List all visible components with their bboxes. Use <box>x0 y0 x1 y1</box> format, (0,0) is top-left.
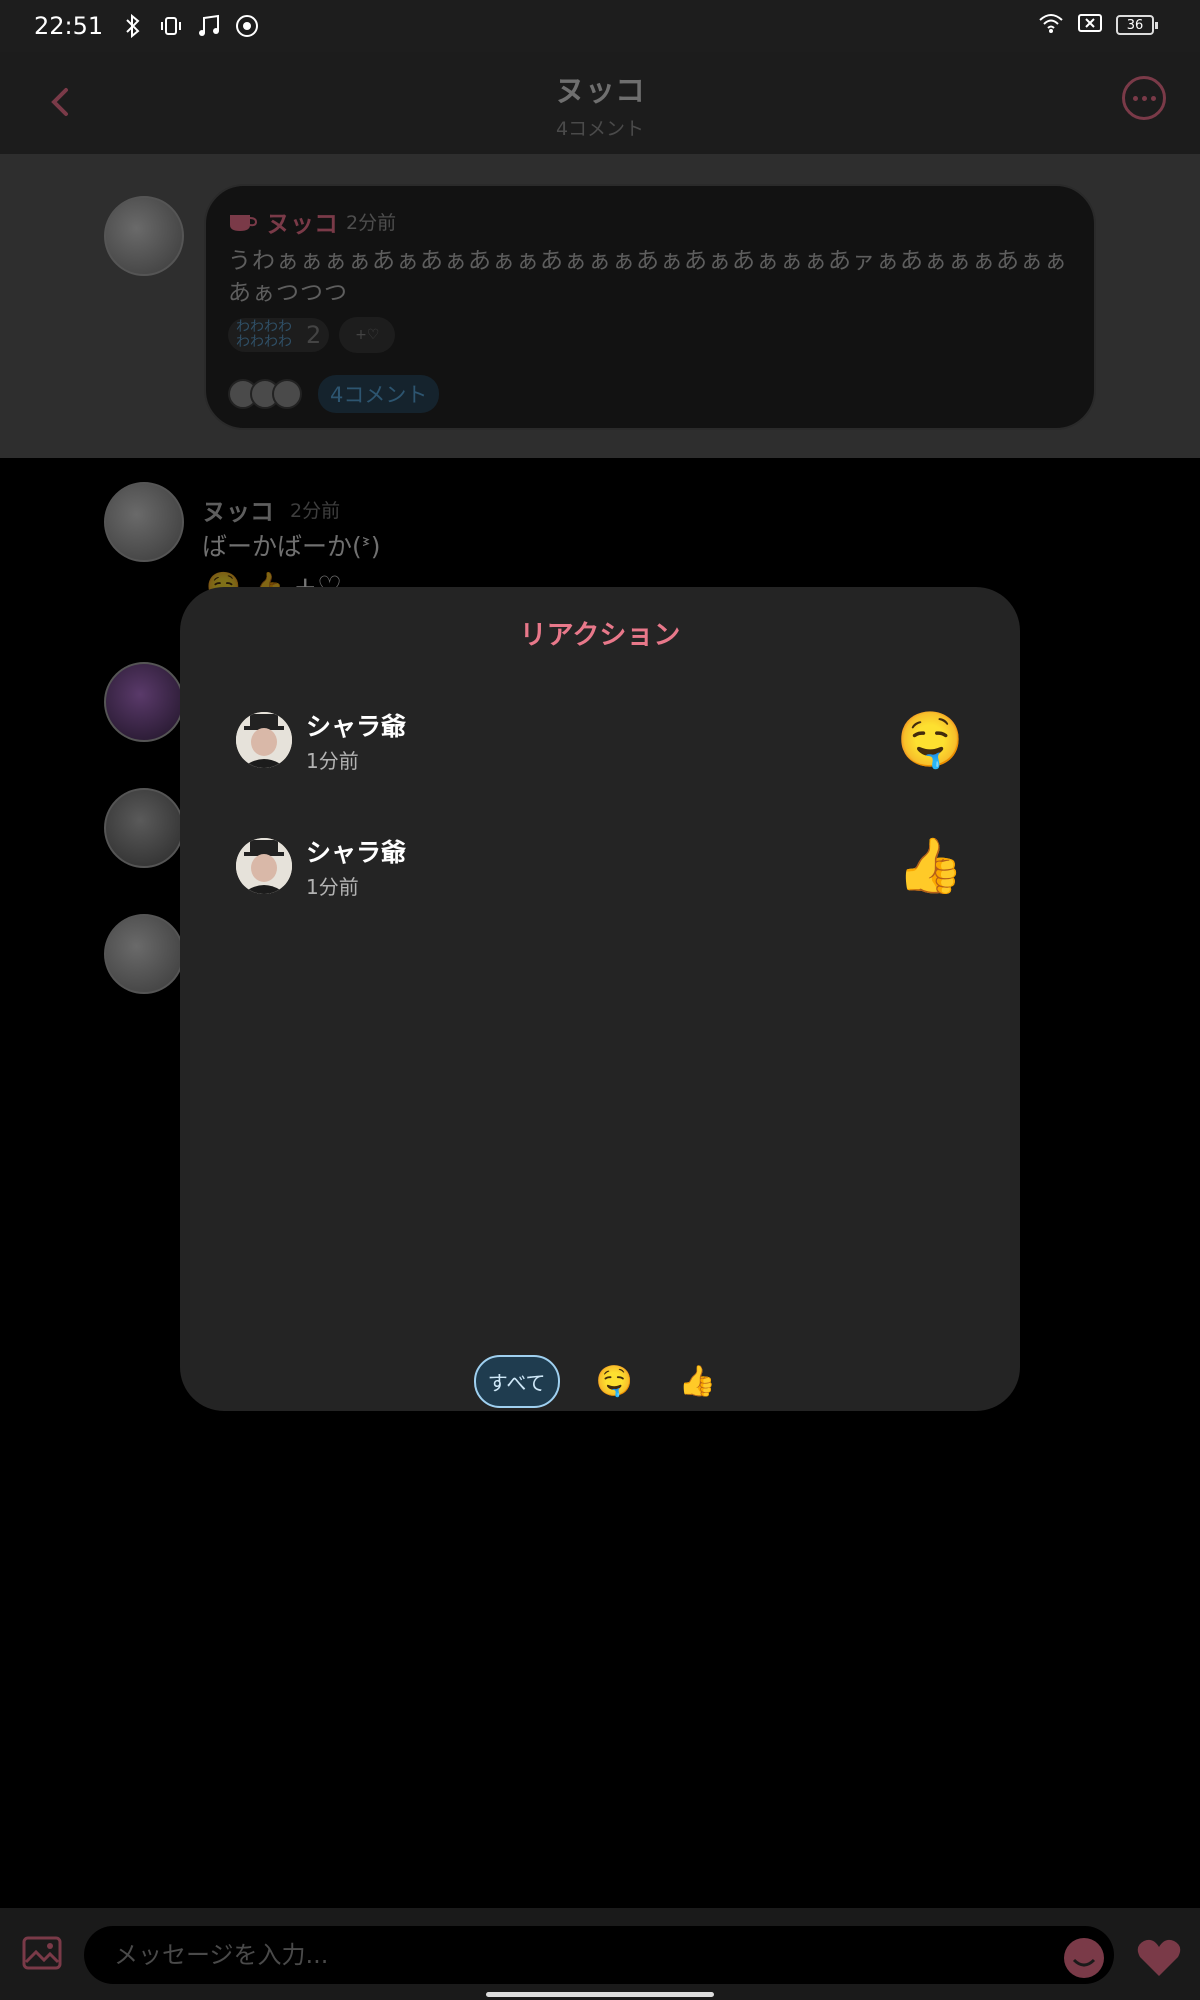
bluetooth-icon <box>119 12 147 40</box>
post-time: 2分前 <box>346 212 397 234</box>
chat-header: ヌッコ 4コメント <box>0 52 1200 154</box>
emoji-picker-icon[interactable] <box>1064 1938 1104 1978</box>
battery-icon: 36 <box>1116 15 1158 35</box>
post-card: ヌッコ 2分前 うわぁぁぁぁあぁあぁあぁぁあぁぁぁあぁあぁあぁぁぁあァぁあぁぁぁ… <box>204 184 1096 430</box>
status-bar: 22:51 36 <box>0 0 1200 52</box>
post-body: うわぁぁぁぁあぁあぁあぁぁあぁぁぁあぁあぁあぁぁぁあァぁあぁぁぁあぁぁあぁつつつ <box>228 248 1068 306</box>
reaction-chip-label: わわわわわわわわ <box>236 319 292 350</box>
reaction-time: 1分前 <box>306 874 359 899</box>
comment-avatar[interactable] <box>104 662 184 742</box>
message-input-bar <box>0 1908 1200 2000</box>
image-icon[interactable] <box>22 1936 62 1970</box>
post-author-name[interactable]: ヌッコ <box>266 204 338 239</box>
comment-avatar[interactable] <box>104 788 184 868</box>
tab-drooling-face[interactable]: 🤤 <box>586 1364 643 1399</box>
back-arrow-icon[interactable] <box>40 82 80 122</box>
commenter-avatars <box>228 379 302 409</box>
reaction-chip[interactable]: わわわわわわわわ 2 <box>228 318 330 352</box>
post-author-avatar[interactable] <box>104 196 184 276</box>
reaction-time: 1分前 <box>306 748 359 773</box>
add-reaction-button[interactable]: +♡ <box>339 317 396 353</box>
music-icon <box>195 12 223 40</box>
status-right: 36 <box>1038 12 1158 38</box>
cup-icon <box>228 211 258 233</box>
dialog-title: リアクション <box>519 620 681 651</box>
original-post-area: ヌッコ 2分前 うわぁぁぁぁあぁあぁあぁぁあぁぁぁあぁあぁあぁぁぁあァぁあぁぁぁ… <box>0 154 1200 458</box>
heart-icon[interactable] <box>1136 1938 1182 1978</box>
comment-count-chip[interactable]: 4コメント <box>318 375 440 413</box>
reaction-row[interactable]: シャラ爺 1分前 🤤 <box>236 705 964 775</box>
status-time: 22:51 <box>34 12 104 40</box>
thumbs-up-emoji: 👍 <box>896 834 964 897</box>
reaction-chip-count: 2 <box>306 321 322 349</box>
comment-avatar[interactable] <box>104 914 184 994</box>
reaction-filter-tabs: すべて 🤤 👍 <box>180 1355 1020 1408</box>
vibrate-icon <box>157 12 185 40</box>
reaction-row[interactable]: シャラ爺 1分前 👍 <box>236 831 964 901</box>
home-indicator[interactable] <box>486 1992 714 1997</box>
user-avatar[interactable] <box>236 712 292 768</box>
tab-thumbs-up[interactable]: 👍 <box>669 1364 726 1399</box>
tab-all[interactable]: すべて <box>473 1355 560 1408</box>
wifi-icon <box>1038 12 1064 38</box>
message-input[interactable] <box>84 1926 1114 1984</box>
reaction-user-name: シャラ爺 <box>306 711 407 741</box>
page-subtitle: 4コメント <box>555 117 645 140</box>
reaction-user-name: シャラ爺 <box>306 837 407 867</box>
chrome-icon <box>233 12 261 40</box>
comment-author[interactable]: ヌッコ <box>202 492 274 527</box>
comment-time: 2分前 <box>290 500 341 522</box>
sim-icon <box>1078 13 1102 37</box>
comment-text: ばーかばーか(ᕑ) <box>202 532 381 561</box>
drooling-face-emoji: 🤤 <box>896 708 964 771</box>
user-avatar[interactable] <box>236 838 292 894</box>
reactions-dialog: リアクション シャラ爺 1分前 🤤 シャラ爺 1分前 👍 すべて 🤤 👍 <box>180 587 1020 1411</box>
more-options-button[interactable] <box>1122 76 1166 120</box>
page-title: ヌッコ <box>555 73 645 109</box>
comment-avatar[interactable] <box>104 482 184 562</box>
